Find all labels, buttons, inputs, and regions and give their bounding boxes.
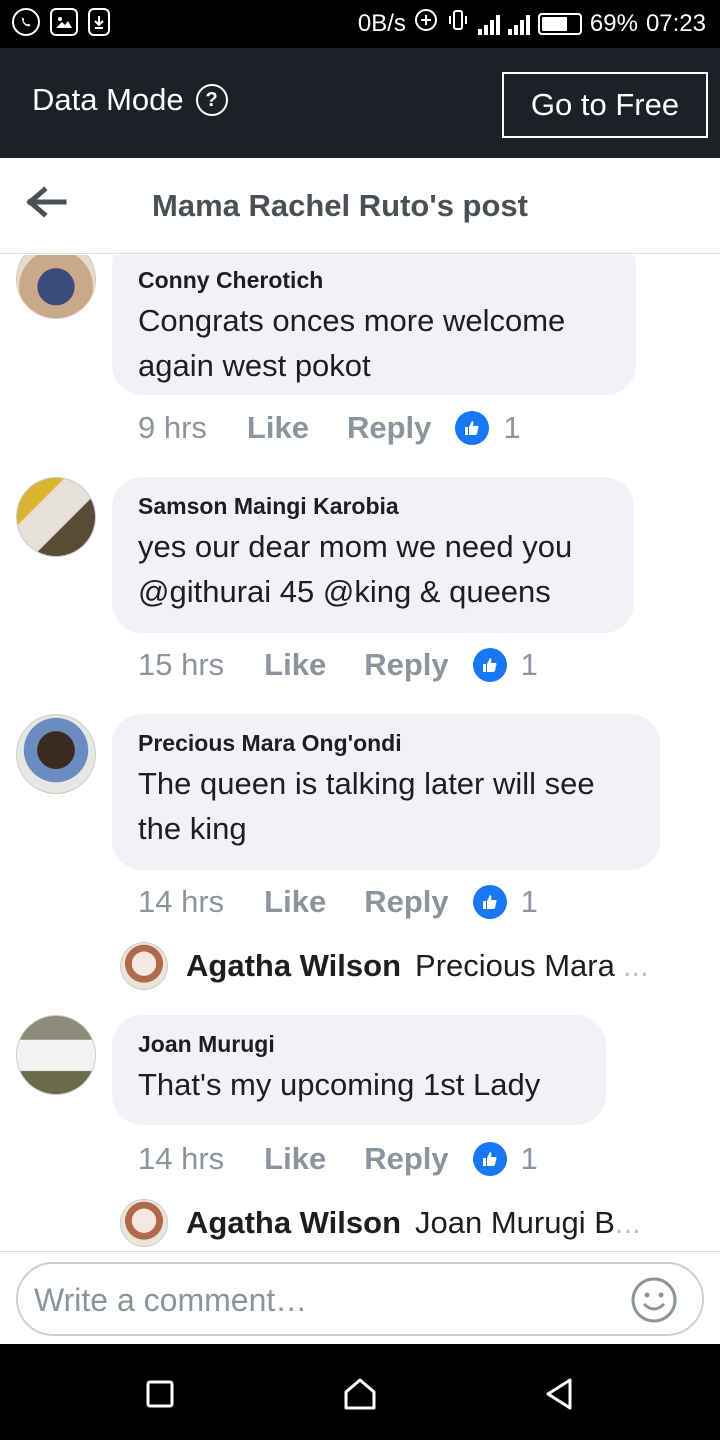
avatar[interactable] bbox=[16, 1015, 96, 1095]
square-icon[interactable] bbox=[140, 1374, 180, 1414]
download-icon bbox=[88, 8, 110, 36]
comment-time[interactable]: 14 hrs bbox=[138, 884, 224, 920]
comment-meta: 14 hrs Like Reply 1 bbox=[138, 884, 538, 920]
triangle-back-icon[interactable] bbox=[540, 1374, 580, 1414]
comment-time[interactable]: 9 hrs bbox=[138, 410, 207, 446]
comment-bubble[interactable]: Precious Mara Ong'ondi The queen is talk… bbox=[112, 714, 660, 870]
comment-placeholder: Write a comment… bbox=[34, 1282, 308, 1318]
battery-percent: 69% bbox=[589, 9, 638, 37]
avatar bbox=[120, 1199, 168, 1247]
net-speed: 0B/s bbox=[357, 9, 406, 37]
system-nav-bar bbox=[0, 1344, 720, 1440]
comments-feed[interactable]: Conny Cherotich Congrats onces more welc… bbox=[0, 255, 720, 1251]
data-saver-icon bbox=[414, 8, 438, 39]
reply-preview[interactable]: Agatha Wilson Joan Murugi B ... bbox=[120, 1199, 641, 1247]
like-button[interactable]: Like bbox=[247, 410, 309, 446]
avatar[interactable] bbox=[16, 714, 96, 794]
comment-composer: Write a comment… bbox=[0, 1251, 720, 1344]
comment-author[interactable]: Joan Murugi bbox=[138, 1031, 580, 1058]
reply-author: Agatha Wilson bbox=[186, 1205, 402, 1240]
whatsapp-icon bbox=[12, 8, 40, 36]
thumbs-up-icon[interactable] bbox=[455, 411, 490, 445]
data-mode-bar: Data Mode ? Go to Free bbox=[0, 48, 720, 158]
thumbs-up-icon[interactable] bbox=[472, 648, 507, 682]
vibrate-icon bbox=[446, 8, 470, 39]
signal-icon bbox=[507, 13, 530, 35]
reply-text: Precious Mara bbox=[415, 948, 615, 983]
back-arrow-icon[interactable] bbox=[26, 184, 70, 220]
clock: 07:23 bbox=[645, 9, 706, 37]
comment-bubble[interactable]: Joan Murugi That's my upcoming 1st Lady bbox=[112, 1015, 606, 1125]
comment-text: That's my upcoming 1st Lady bbox=[138, 1067, 541, 1102]
thumbs-up-icon[interactable] bbox=[472, 1142, 507, 1176]
reply-button[interactable]: Reply bbox=[364, 647, 448, 683]
reply-author: Agatha Wilson bbox=[186, 948, 402, 983]
reply-ellipsis: ... bbox=[614, 1205, 641, 1240]
gallery-icon bbox=[50, 8, 78, 36]
like-button[interactable]: Like bbox=[264, 1141, 326, 1177]
comment-text: Congrats onces more welcome again west p… bbox=[138, 303, 566, 383]
comment-author[interactable]: Samson Maingi Karobia bbox=[138, 493, 608, 520]
thumbs-up-icon[interactable] bbox=[472, 885, 507, 919]
avatar[interactable] bbox=[16, 477, 96, 557]
smiley-icon[interactable] bbox=[630, 1276, 678, 1324]
like-button[interactable]: Like bbox=[264, 884, 326, 920]
battery-icon bbox=[537, 12, 582, 35]
reply-preview[interactable]: Agatha Wilson Precious Mara ... bbox=[120, 942, 649, 990]
reaction-count[interactable]: 1 bbox=[503, 410, 520, 446]
reaction-count[interactable]: 1 bbox=[521, 647, 538, 683]
lte-signal-icon bbox=[477, 13, 500, 35]
comment-bubble[interactable]: Conny Cherotich Congrats onces more welc… bbox=[112, 255, 636, 395]
comment-meta: 9 hrs Like Reply 1 bbox=[138, 410, 521, 446]
home-icon[interactable] bbox=[340, 1374, 380, 1414]
go-to-free-button[interactable]: Go to Free bbox=[502, 72, 708, 138]
data-mode-label: Data Mode bbox=[32, 82, 184, 117]
comment-author[interactable]: Precious Mara Ong'ondi bbox=[138, 730, 634, 757]
comment-time[interactable]: 15 hrs bbox=[138, 647, 224, 683]
comment-text: yes our dear mom we need you @githurai 4… bbox=[138, 529, 573, 609]
comment-input[interactable]: Write a comment… bbox=[16, 1262, 704, 1336]
avatar bbox=[120, 942, 168, 990]
status-bar: 0B/s 69% 07:23 bbox=[0, 0, 720, 48]
comment-meta: 14 hrs Like Reply 1 bbox=[138, 1141, 538, 1177]
reply-ellipsis: ... bbox=[622, 948, 649, 983]
status-indicators: 0B/s 69% 07:23 bbox=[358, 8, 706, 39]
comment-author[interactable]: Conny Cherotich bbox=[138, 267, 610, 294]
reaction-count[interactable]: 1 bbox=[521, 884, 538, 920]
reply-button[interactable]: Reply bbox=[347, 410, 431, 446]
reply-button[interactable]: Reply bbox=[364, 884, 448, 920]
comment-text: The queen is talking later will see the … bbox=[138, 766, 595, 846]
help-icon[interactable]: ? bbox=[195, 84, 228, 116]
comment-meta: 15 hrs Like Reply 1 bbox=[138, 647, 538, 683]
notification-icons bbox=[12, 8, 110, 36]
reply-button[interactable]: Reply bbox=[364, 1141, 448, 1177]
reply-text: Joan Murugi B bbox=[415, 1205, 615, 1240]
like-button[interactable]: Like bbox=[264, 647, 326, 683]
post-header: Mama Rachel Ruto's post bbox=[0, 158, 720, 254]
comment-bubble[interactable]: Samson Maingi Karobia yes our dear mom w… bbox=[112, 477, 634, 633]
avatar[interactable] bbox=[16, 255, 96, 319]
comment-time[interactable]: 14 hrs bbox=[138, 1141, 224, 1177]
data-mode-label-group[interactable]: Data Mode ? bbox=[32, 82, 228, 118]
page-title: Mama Rachel Ruto's post bbox=[152, 188, 528, 223]
reaction-count[interactable]: 1 bbox=[521, 1141, 538, 1177]
